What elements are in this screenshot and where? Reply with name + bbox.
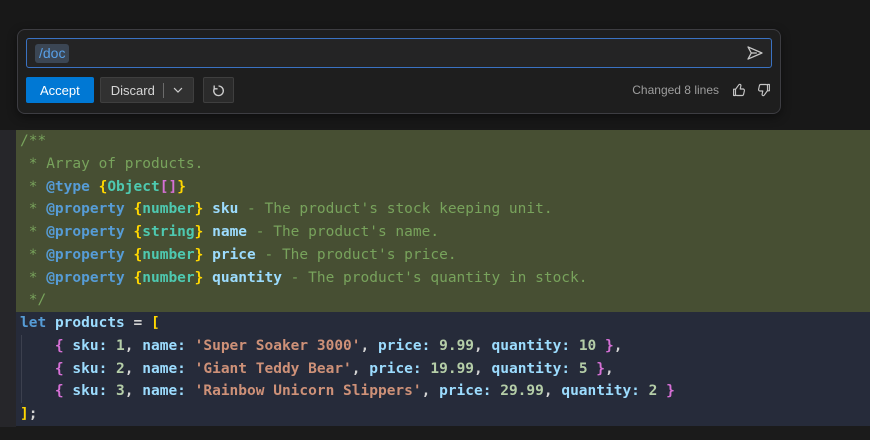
inserted-lines-block: /** * Array of products. * @type {Object… — [16, 130, 870, 312]
code-line[interactable]: ]; — [20, 403, 870, 426]
code-line[interactable]: * @property {number} price - The product… — [20, 244, 870, 267]
button-separator — [163, 83, 164, 98]
discard-label: Discard — [111, 83, 155, 98]
accept-button[interactable]: Accept — [26, 77, 94, 103]
send-icon[interactable] — [746, 44, 764, 62]
rerun-button[interactable] — [203, 77, 234, 103]
code-line[interactable]: { sku: 1, name: 'Super Soaker 3000', pri… — [20, 335, 870, 358]
editor-gutter — [0, 130, 16, 427]
code-line[interactable]: * @property {string} name - The product'… — [20, 221, 870, 244]
code-line[interactable]: { sku: 3, name: 'Rainbow Unicorn Slipper… — [20, 380, 870, 403]
chat-status: Changed 8 lines — [632, 82, 772, 98]
slash-command-chip: /doc — [35, 44, 69, 63]
code-editor[interactable]: /** * Array of products. * @type {Object… — [0, 130, 870, 440]
code-line[interactable]: /** — [20, 130, 870, 153]
code-lines-block: let products = [ { sku: 1, name: 'Super … — [16, 312, 870, 426]
changed-lines-status: Changed 8 lines — [632, 83, 719, 97]
thumbs-up-icon[interactable] — [731, 82, 747, 98]
indent-guide — [21, 335, 22, 403]
chat-input[interactable]: /doc — [26, 38, 772, 68]
discard-button[interactable]: Discard — [100, 77, 194, 103]
code-line[interactable]: * @type {Object[]} — [20, 176, 870, 199]
code-line[interactable]: { sku: 2, name: 'Giant Teddy Bear', pric… — [20, 358, 870, 381]
thumbs-down-icon[interactable] — [756, 82, 772, 98]
inline-chat-widget: /doc Accept Discard — [17, 29, 781, 114]
code-line[interactable]: * @property {number} quantity - The prod… — [20, 267, 870, 290]
chat-actions-row: Accept Discard Changed 8 lines — [26, 77, 772, 103]
code-line[interactable]: */ — [20, 289, 870, 312]
chevron-down-icon[interactable] — [171, 83, 185, 97]
code-line[interactable]: * @property {number} sku - The product's… — [20, 198, 870, 221]
refresh-icon — [211, 83, 226, 98]
code-line[interactable]: let products = [ — [20, 312, 870, 335]
code-line[interactable]: * Array of products. — [20, 153, 870, 176]
